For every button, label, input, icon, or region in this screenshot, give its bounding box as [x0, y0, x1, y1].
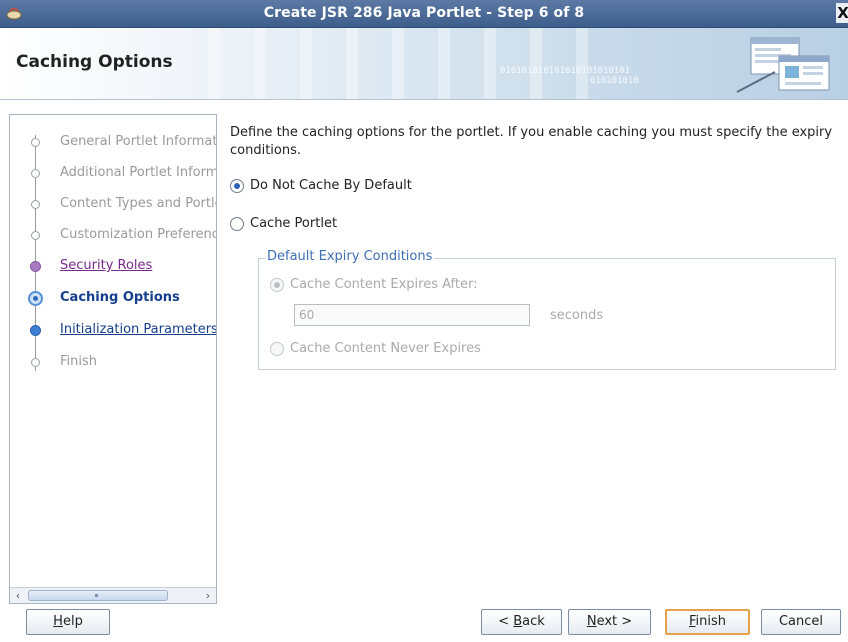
back-button-pre: < — [498, 614, 514, 629]
page-title: Caching Options — [16, 52, 173, 72]
nav-step-customization-preferences[interactable]: Customization Preferences — [10, 224, 216, 248]
seconds-unit-label: seconds — [550, 308, 604, 323]
nav-step-initialization-parameters[interactable]: Initialization Parameters — [10, 319, 216, 343]
nav-step-general-portlet-information[interactable]: General Portlet Information — [10, 131, 216, 155]
cancel-button[interactable]: Cancel — [761, 609, 841, 635]
nav-step-content-types[interactable]: Content Types and Portlet Modes — [10, 193, 216, 217]
next-button-rest: ext > — [596, 614, 633, 629]
radio-label: Cache Content Never Expires — [290, 341, 481, 356]
step-pending-icon — [31, 138, 40, 147]
finish-button-rest: inish — [695, 614, 727, 629]
title-bar: Create JSR 286 Java Portlet - Step 6 of … — [0, 0, 848, 28]
close-icon[interactable]: X — [836, 3, 848, 23]
nav-horizontal-scrollbar[interactable]: ‹ › — [10, 587, 216, 603]
back-button-mnemonic: B — [513, 614, 523, 629]
nav-step-caching-options[interactable]: Caching Options — [10, 287, 216, 311]
nav-step-finish[interactable]: Finish — [10, 351, 216, 375]
nav-step-label: Customization Preferences — [60, 227, 216, 242]
nav-step-additional-portlet-information[interactable]: Additional Portlet Information — [10, 162, 216, 186]
next-button-mnemonic: N — [586, 614, 597, 629]
group-legend: Default Expiry Conditions — [265, 249, 435, 264]
nav-step-label: Content Types and Portlet Modes — [60, 196, 216, 211]
nav-step-label: Caching Options — [60, 290, 180, 305]
radio-disabled-icon — [270, 342, 284, 356]
scroll-left-arrow-icon[interactable]: ‹ — [10, 588, 26, 603]
wizard-art-icon — [736, 37, 830, 93]
header-stripes — [190, 28, 610, 99]
step-pending-icon — [31, 358, 40, 367]
window-title: Create JSR 286 Java Portlet - Step 6 of … — [263, 5, 585, 21]
nav-step-label: Initialization Parameters — [60, 322, 216, 337]
radio-selected-icon[interactable] — [230, 179, 244, 193]
expires-after-seconds-field: 60 — [294, 304, 530, 326]
radio-label: Cache Content Expires After: — [290, 277, 478, 292]
back-button-rest: ack — [522, 614, 545, 629]
step-description: Define the caching options for the portl… — [230, 125, 833, 158]
radio-disabled-selected-icon — [270, 278, 284, 292]
caching-options-panel: Define the caching options for the portl… — [228, 114, 840, 604]
wizard-header: Caching Options 010101010101010101010101… — [0, 28, 848, 100]
step-visited-icon — [30, 261, 41, 272]
radio-label: Do Not Cache By Default — [250, 178, 412, 193]
back-button[interactable]: < Back — [481, 609, 562, 635]
header-binary-decoration-2: 010101010 — [590, 76, 639, 86]
wizard-step-navigator: General Portlet Information Additional P… — [9, 114, 217, 604]
radio-label: Cache Portlet — [250, 216, 338, 231]
step-current-icon — [28, 291, 43, 306]
nav-step-label: Additional Portlet Information — [60, 165, 216, 180]
nav-step-security-roles[interactable]: Security Roles — [10, 255, 216, 279]
help-button[interactable]: Help — [26, 609, 110, 635]
finish-button[interactable]: Finish — [665, 609, 750, 635]
header-binary-decoration: 010101010101010101010101 — [500, 66, 631, 76]
help-button-mnemonic: H — [53, 614, 63, 629]
step-pending-icon — [31, 200, 40, 209]
nav-step-label: General Portlet Information — [60, 134, 216, 149]
step-pending-icon — [31, 169, 40, 178]
step-pending-icon — [31, 231, 40, 240]
scrollbar-thumb[interactable] — [28, 590, 168, 601]
scroll-right-arrow-icon[interactable]: › — [200, 588, 216, 603]
step-next-icon — [30, 325, 41, 336]
help-button-rest: elp — [62, 614, 83, 629]
nav-step-label: Finish — [60, 354, 98, 369]
radio-unselected-icon[interactable] — [230, 217, 244, 231]
nav-step-label: Security Roles — [60, 258, 153, 273]
next-button[interactable]: Next > — [568, 609, 651, 635]
